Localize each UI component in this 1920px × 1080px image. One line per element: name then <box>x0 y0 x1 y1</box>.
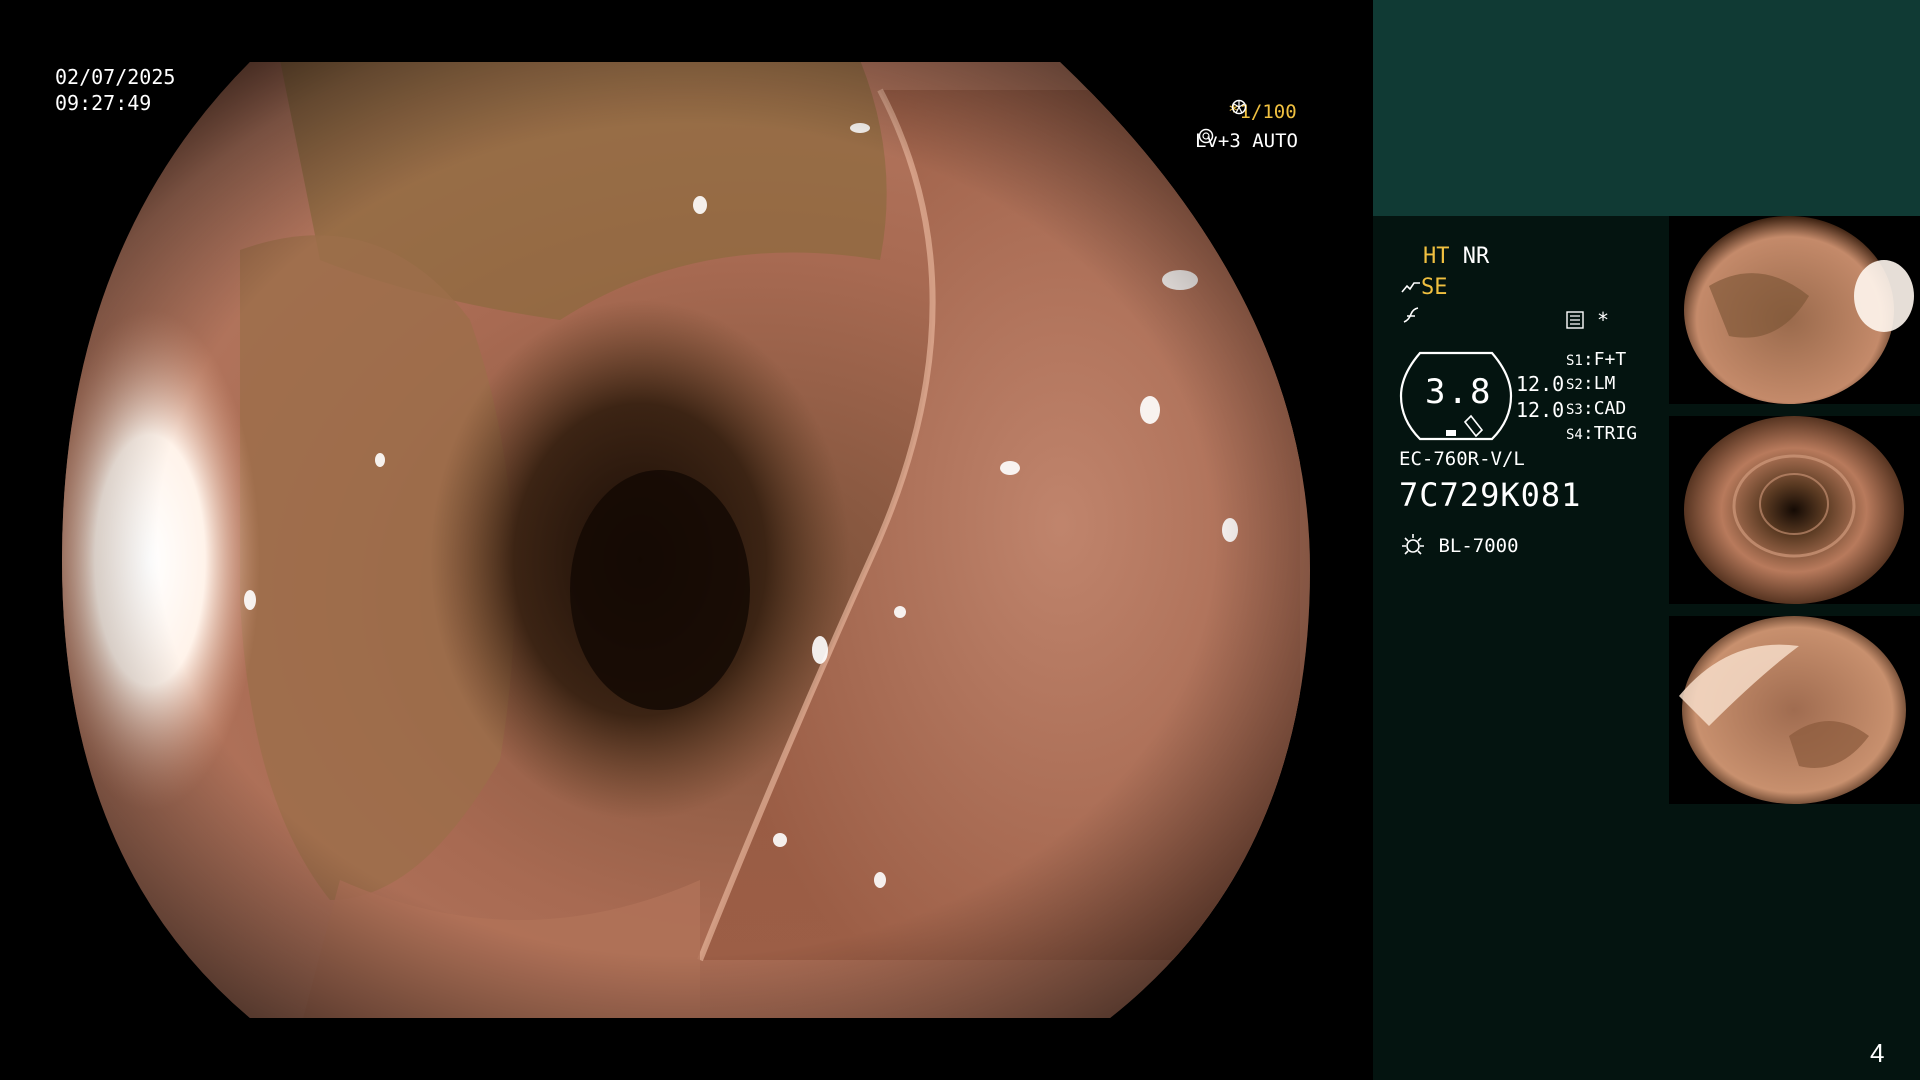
panel-header-area <box>1373 0 1920 216</box>
endoscopic-image <box>62 62 1310 1018</box>
thumbnail-image <box>1684 216 1914 404</box>
switch-value: TRIG <box>1593 423 1638 444</box>
light-source-model: BL-7000 <box>1438 535 1519 557</box>
switch-s4: S4:TRIG <box>1566 423 1638 444</box>
thumbnail-image <box>1679 616 1906 804</box>
switch-key: S1 <box>1566 353 1583 369</box>
color-mode-icon <box>1403 307 1419 323</box>
color-mode-indicator <box>1401 306 1421 332</box>
captured-image-1[interactable] <box>1669 216 1920 404</box>
time-text: 09:27:49 <box>55 91 152 115</box>
ht-label: HT <box>1423 244 1450 269</box>
endoscopic-view: 02/07/2025 09:27:49 *1/100 Lv+3 AUTO <box>0 0 1372 1080</box>
recording-indicator: * <box>1565 308 1609 332</box>
page-number: 4 <box>1870 1038 1885 1068</box>
enhancement-icon <box>1401 282 1420 293</box>
timestamp: 02/07/2025 09:27:49 <box>55 64 175 116</box>
switch-s2: S2:LM <box>1566 373 1616 394</box>
switch-s1: S1:F+T <box>1566 349 1627 370</box>
switch-key: S2 <box>1566 377 1583 393</box>
brightness-indicator: Lv+3 AUTO <box>1195 128 1298 154</box>
magnification-value-1: 12.0 <box>1516 372 1565 396</box>
iris-mode-text: AUTO <box>1252 130 1298 152</box>
memo-icon <box>1566 311 1584 329</box>
switch-value: F+T <box>1593 349 1627 370</box>
switch-value: LM <box>1593 373 1616 394</box>
switch-s3: S3:CAD <box>1566 398 1627 419</box>
switch-key: S4 <box>1566 427 1583 443</box>
switch-value: CAD <box>1593 398 1627 419</box>
light-source: BL-7000 <box>1399 532 1519 558</box>
se-label: SE <box>1421 275 1448 300</box>
captured-image-2[interactable] <box>1669 416 1920 604</box>
date-text: 02/07/2025 <box>55 65 176 89</box>
iris-icon <box>1198 128 1214 144</box>
shutter-icon <box>1231 99 1247 115</box>
se-indicator: SE <box>1401 275 1448 300</box>
star-mark: * <box>1597 308 1610 332</box>
switch-key: S3 <box>1566 402 1583 418</box>
ht-nr-indicator: HT NR <box>1423 244 1489 269</box>
nr-label: NR <box>1462 244 1490 269</box>
shutter-indicator: *1/100 <box>1228 99 1297 125</box>
scope-model: EC-760R-V/L <box>1399 448 1525 470</box>
magnification-value-2: 12.0 <box>1516 398 1565 422</box>
thumbnail-image <box>1684 416 1904 604</box>
light-source-icon <box>1402 534 1424 555</box>
scope-serial-number: 7C729K081 <box>1399 476 1582 514</box>
zoom-value: 3.8 <box>1425 372 1493 412</box>
captured-image-3[interactable] <box>1669 616 1920 804</box>
info-panel: HT NR SE * 3.8 12.0 12.0 S1:F+T S2:LM S3… <box>1373 0 1920 1080</box>
